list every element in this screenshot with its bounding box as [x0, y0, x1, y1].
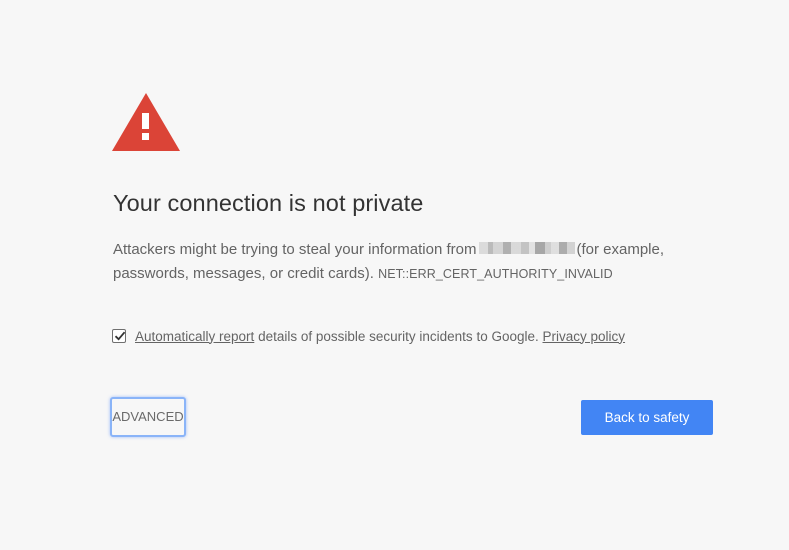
explanation-text: Attackers might be trying to steal your … — [113, 238, 713, 286]
report-option: Automatically report details of possible… — [112, 327, 625, 345]
report-description: details of possible security incidents t… — [258, 328, 539, 344]
privacy-policy-link[interactable]: Privacy policy — [543, 329, 626, 344]
warning-triangle-icon — [112, 93, 180, 151]
advanced-button[interactable]: ADVANCED — [110, 397, 186, 437]
error-code: NET::ERR_CERT_AUTHORITY_INVALID — [378, 267, 613, 281]
interstitial-page: Your connection is not private Attackers… — [0, 0, 789, 550]
redacted-hostname — [479, 242, 576, 255]
back-to-safety-button[interactable]: Back to safety — [581, 400, 713, 435]
report-checkbox[interactable] — [112, 329, 126, 343]
automatically-report-link[interactable]: Automatically report — [135, 329, 254, 344]
checkmark-icon — [114, 331, 126, 341]
explanation-prefix: Attackers might be trying to steal your … — [113, 241, 477, 258]
page-title: Your connection is not private — [113, 190, 424, 216]
